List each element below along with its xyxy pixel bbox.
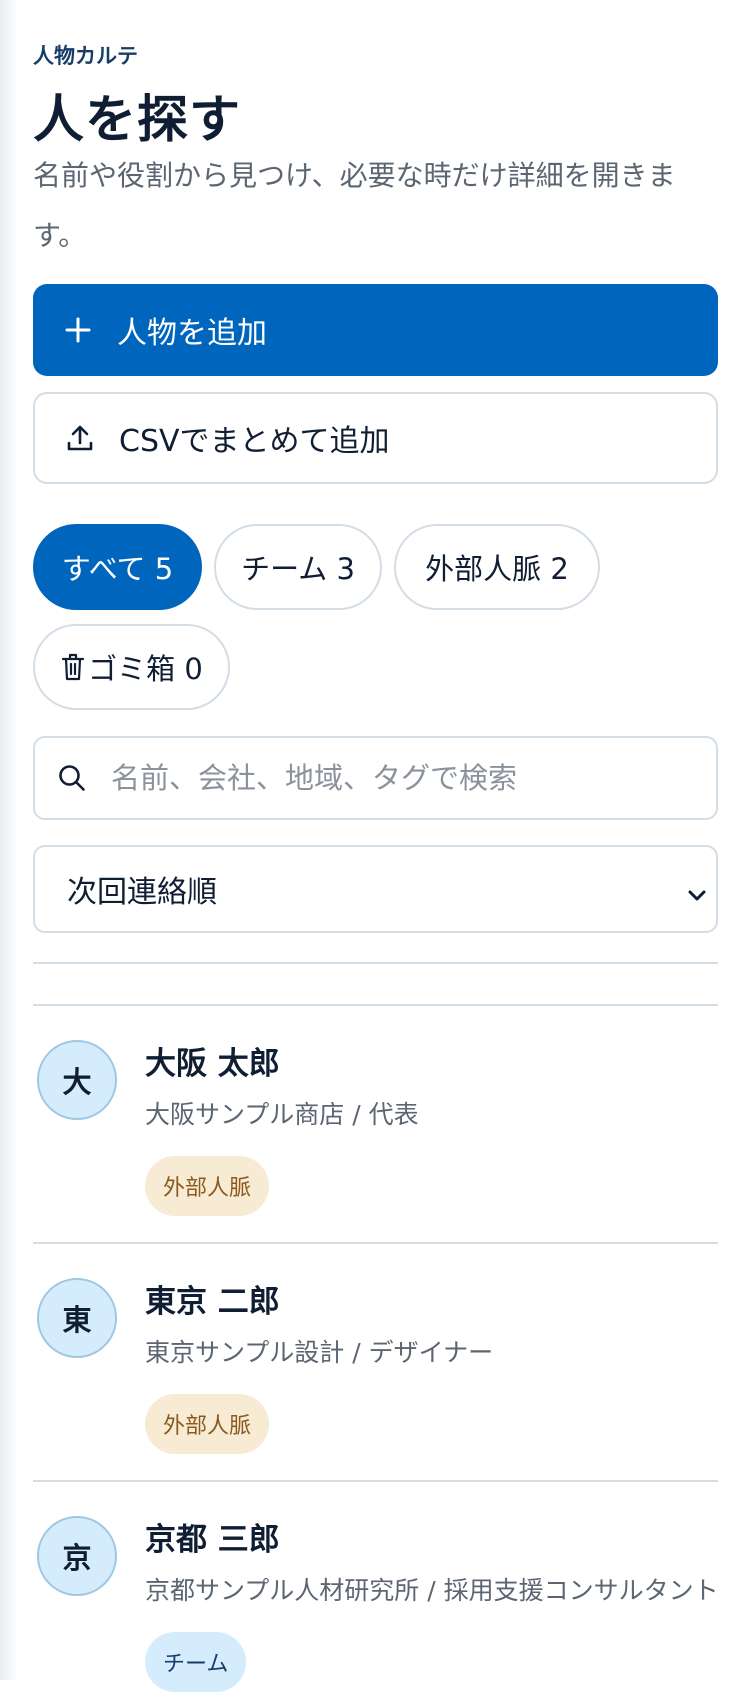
sort-select[interactable]: 次回連絡順	[33, 845, 718, 933]
filter-chip-all[interactable]: すべて 5	[33, 524, 202, 610]
search-icon	[57, 763, 87, 793]
person-tag: 外部人脈	[145, 1394, 270, 1454]
plus-icon	[61, 313, 95, 347]
filter-chip-trash[interactable]: ゴミ箱 0	[33, 624, 230, 710]
person-role: 東京サンプル設計 / デザイナー	[145, 1338, 494, 1367]
section-eyebrow: 人物カルテ	[33, 44, 138, 68]
chevron-down-icon	[686, 879, 708, 901]
person-role: 京都サンプル人材研究所 / 採用支援コンサルタント	[145, 1576, 719, 1605]
person-tag: 外部人脈	[145, 1156, 270, 1216]
avatar: 京	[37, 1516, 117, 1596]
trash-icon	[60, 652, 86, 682]
page-title: 人を探す	[33, 91, 242, 150]
person-role: 大阪サンプル商店 / 代表	[145, 1100, 419, 1129]
filter-chip-team[interactable]: チーム 3	[214, 524, 382, 610]
left-edge-shadow	[0, 0, 18, 1680]
add-person-button[interactable]: 人物を追加	[33, 284, 718, 376]
person-name: 京都 三郎	[145, 1522, 280, 1558]
filter-chip-team-label: チーム 3	[241, 552, 355, 586]
add-person-label: 人物を追加	[117, 316, 267, 351]
person-name: 大阪 太郎	[145, 1046, 280, 1082]
filter-chip-trash-label: ゴミ箱 0	[88, 652, 203, 686]
search-input[interactable]	[109, 760, 693, 796]
avatar: 大	[37, 1040, 117, 1120]
person-tag: チーム	[145, 1632, 247, 1692]
sort-selected-value: 次回連絡順	[67, 875, 217, 910]
search-box[interactable]	[33, 736, 718, 820]
divider	[33, 1242, 718, 1244]
person-name: 東京 二郎	[145, 1284, 280, 1320]
divider	[33, 1480, 718, 1482]
filter-chip-external-label: 外部人脈 2	[425, 552, 569, 586]
upload-icon	[63, 421, 97, 455]
page-subtitle: 名前や役割から見つけ、必要な時だけ詳細を開きます。	[33, 159, 676, 252]
filter-chip-external[interactable]: 外部人脈 2	[394, 524, 600, 610]
csv-import-button[interactable]: CSVでまとめて追加	[33, 392, 718, 484]
divider	[33, 1004, 718, 1006]
avatar: 東	[37, 1278, 117, 1358]
csv-import-label: CSVでまとめて追加	[119, 424, 390, 459]
divider	[33, 962, 718, 964]
filter-chip-all-label: すべて 5	[61, 552, 174, 586]
